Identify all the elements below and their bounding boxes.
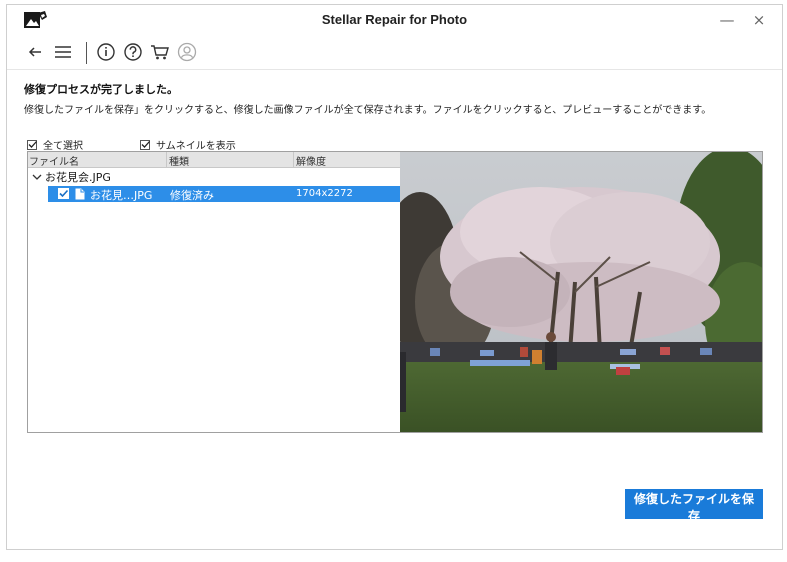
- title-bar: Stellar Repair for Photo — ×: [7, 5, 782, 35]
- account-icon[interactable]: [177, 42, 197, 62]
- completion-description: 修復したファイルを保存」をクリックすると、修復した画像ファイルが全て保存されます…: [24, 105, 712, 116]
- column-divider[interactable]: [293, 152, 294, 167]
- column-header-resolution[interactable]: 解像度: [296, 153, 326, 168]
- column-header-filename[interactable]: ファイル名: [29, 153, 79, 168]
- cart-icon[interactable]: [150, 42, 170, 62]
- window-title: Stellar Repair for Photo: [321, 12, 468, 27]
- file-checkbox[interactable]: [58, 188, 69, 199]
- file-name: お花見…JPG: [90, 189, 153, 202]
- info-icon[interactable]: [96, 42, 116, 62]
- minimize-button[interactable]: —: [716, 10, 738, 30]
- menu-icon[interactable]: [53, 42, 73, 62]
- checkbox-box[interactable]: [140, 139, 150, 150]
- preview-photo: [400, 152, 762, 432]
- column-header-type[interactable]: 種類: [169, 153, 189, 168]
- show-thumbnail-label: サムネイルを表示: [156, 141, 236, 152]
- file-list: ファイル名 種類 解像度 お花見会.JPG お花見…JPG 修復済み 1704x…: [28, 152, 400, 432]
- check-icon: [28, 140, 37, 148]
- file-panel: ファイル名 種類 解像度 お花見会.JPG お花見…JPG 修復済み 1704x…: [27, 151, 763, 433]
- completion-heading: 修復プロセスが完了しました。: [24, 83, 178, 96]
- column-divider[interactable]: [166, 152, 167, 167]
- toolbar-separator: [86, 42, 87, 64]
- help-icon[interactable]: [123, 42, 143, 62]
- checkbox-box[interactable]: [27, 139, 37, 150]
- group-name: お花見会.JPG: [45, 171, 111, 184]
- chevron-down-icon[interactable]: [30, 170, 44, 184]
- select-all-label: 全て選択: [43, 141, 83, 152]
- check-icon: [141, 140, 150, 148]
- main-content: 修復プロセスが完了しました。 修復したファイルを保存」をクリックすると、修復した…: [7, 71, 782, 549]
- close-button[interactable]: ×: [748, 10, 770, 30]
- tree-group-row[interactable]: お花見会.JPG: [28, 169, 111, 185]
- file-icon: [75, 188, 85, 200]
- image-preview: [400, 152, 762, 432]
- select-all-checkbox[interactable]: 全て選択: [27, 137, 83, 152]
- back-arrow-icon[interactable]: [25, 42, 45, 62]
- file-list-header: ファイル名 種類 解像度: [28, 152, 400, 168]
- table-row[interactable]: お花見…JPG 修復済み 1704x2272: [48, 186, 400, 202]
- check-icon: [59, 189, 69, 198]
- file-resolution: 1704x2272: [296, 188, 353, 199]
- app-window: Stellar Repair for Photo — × 修復プロセスが完了しま…: [6, 4, 783, 550]
- file-type: 修復済み: [170, 189, 214, 202]
- toolbar: [7, 35, 782, 70]
- show-thumbnail-checkbox[interactable]: サムネイルを表示: [140, 137, 236, 152]
- save-repaired-files-button[interactable]: 修復したファイルを保存: [625, 489, 763, 523]
